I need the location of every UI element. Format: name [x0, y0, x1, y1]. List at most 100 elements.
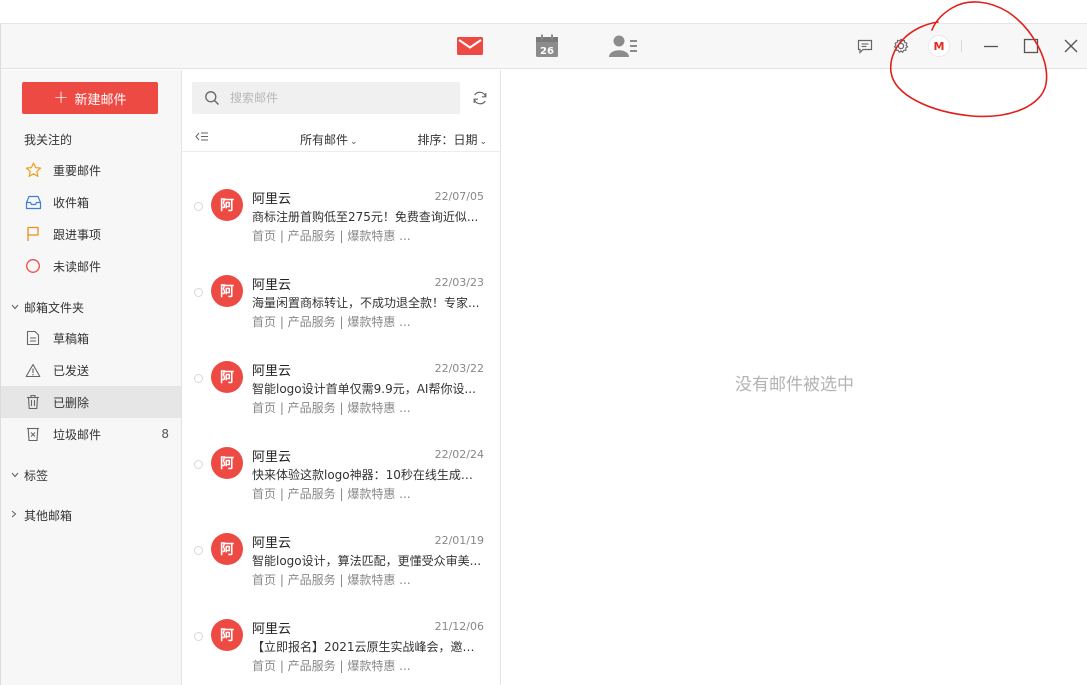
mail-date: 22/07/05	[434, 190, 484, 203]
mail-subject: 快来体验这款logo神器：10秒在线生成，...	[252, 468, 484, 482]
mail-list-item[interactable]: 阿 阿里云 22/03/23 海量闲置商标转让，不成功退全款！专家... 首页 …	[182, 257, 500, 343]
sidebar-item-label: 草稿箱	[53, 331, 90, 346]
other-mailboxes-title: 其他邮箱	[24, 509, 73, 523]
refresh-icon[interactable]	[470, 88, 490, 108]
mail-date: 21/12/06	[434, 620, 484, 633]
sent-icon	[24, 362, 42, 378]
mail-sender: 阿里云	[252, 622, 292, 637]
sidebar-item-drafts[interactable]: 草稿箱	[1, 322, 181, 354]
chevron-down-icon: ⌄	[350, 137, 358, 147]
collapse-sidebar-icon[interactable]	[195, 131, 209, 146]
mail-list-item[interactable]: 阿 阿里云 22/07/05 商标注册首购低至275元！免费查询近似... 首页…	[182, 171, 500, 257]
sidebar-item-label: 跟进事项	[53, 227, 102, 242]
mail-nav-icon[interactable]	[456, 32, 484, 60]
circle-icon	[24, 258, 42, 274]
folders-group-toggle[interactable]: 邮箱文件夹	[11, 299, 84, 316]
gear-icon[interactable]	[889, 34, 913, 58]
mail-snippet: 首页 | 产品服务 | 爆款特惠 ...	[252, 659, 411, 673]
sidebar: + 新建邮件 我关注的 重要邮件 收件箱 跟进事项 未读邮件 邮箱文件夹 草稿箱…	[1, 70, 182, 685]
sidebar-item-label: 已删除	[53, 395, 90, 410]
unread-dot-icon[interactable]	[194, 374, 203, 383]
reading-pane: 没有邮件被选中	[502, 70, 1087, 685]
chevron-down-icon	[11, 470, 24, 481]
sidebar-item-label: 已发送	[53, 363, 90, 378]
mail-list-item[interactable]: 阿 阿里云 22/02/24 快来体验这款logo神器：10秒在线生成，... …	[182, 429, 500, 515]
mail-date: 22/03/22	[434, 362, 484, 375]
sort-label: 排序：日期	[417, 133, 478, 147]
contacts-nav-icon[interactable]	[608, 32, 640, 60]
sort-dropdown[interactable]: 排序：日期 ⌄	[417, 131, 487, 148]
mail-subject: 商标注册首购低至275元！免费查询近似...	[252, 210, 479, 224]
mail-snippet: 首页 | 产品服务 | 爆款特惠 ...	[252, 401, 411, 415]
unread-dot-icon[interactable]	[194, 460, 203, 469]
search-input[interactable]	[230, 91, 450, 105]
junk-icon	[24, 426, 42, 442]
mail-sender: 阿里云	[252, 192, 292, 207]
mail-subject: 海量闲置商标转让，不成功退全款！专家...	[252, 296, 480, 310]
compose-button[interactable]: + 新建邮件	[22, 82, 158, 114]
account-avatar-letter: M	[933, 39, 945, 53]
sidebar-item-unread[interactable]: 未读邮件	[1, 250, 181, 282]
mail-list-pane: 所有邮件⌄ 排序：日期⌄ 阿 阿里云 22/07/05 商标注册首购低至275元…	[182, 70, 501, 685]
sender-avatar: 阿	[211, 275, 243, 307]
mail-subject: 【立即报名】2021云原生实战峰会，邀您...	[252, 640, 484, 654]
flag-icon	[24, 226, 42, 242]
feedback-icon[interactable]	[853, 34, 877, 58]
favorites-title: 我关注的	[24, 133, 73, 147]
junk-count-badge: 8	[161, 427, 169, 441]
unread-dot-icon[interactable]	[194, 632, 203, 641]
sidebar-item-label: 未读邮件	[53, 259, 102, 274]
calendar-nav-icon[interactable]: 26	[534, 32, 560, 60]
account-avatar[interactable]: M	[927, 34, 951, 58]
close-button[interactable]	[1059, 34, 1083, 58]
sidebar-item-label: 垃圾邮件	[53, 427, 102, 442]
chevron-down-icon: ⌄	[479, 137, 487, 147]
mail-snippet: 首页 | 产品服务 | 爆款特惠 ...	[252, 229, 411, 243]
mail-sender: 阿里云	[252, 536, 292, 551]
sidebar-item-deleted[interactable]: 已删除	[1, 386, 181, 418]
chevron-right-icon	[11, 510, 24, 521]
other-mailboxes-toggle[interactable]: 其他邮箱	[11, 507, 72, 524]
mail-snippet: 首页 | 产品服务 | 爆款特惠 ...	[252, 315, 411, 329]
sidebar-item-followup[interactable]: 跟进事项	[1, 218, 181, 250]
mail-date: 22/01/19	[434, 534, 484, 547]
trash-icon	[24, 394, 42, 410]
chevron-down-icon	[11, 302, 24, 313]
mail-list-item[interactable]: 阿 阿里云 21/12/06 【立即报名】2021云原生实战峰会，邀您... 首…	[182, 601, 500, 685]
no-mail-selected-message: 没有邮件被选中	[735, 375, 854, 395]
search-box[interactable]	[192, 82, 460, 114]
plus-icon: +	[53, 87, 69, 108]
calendar-day-number: 26	[540, 46, 554, 57]
sidebar-item-inbox[interactable]: 收件箱	[1, 186, 181, 218]
minimize-button[interactable]	[979, 34, 1003, 58]
tags-group-toggle[interactable]: 标签	[11, 467, 48, 484]
sidebar-item-important[interactable]: 重要邮件	[1, 154, 181, 186]
mail-date: 22/03/23	[434, 276, 484, 289]
filter-dropdown[interactable]: 所有邮件 ⌄	[300, 131, 358, 148]
unread-dot-icon[interactable]	[194, 288, 203, 297]
search-icon	[204, 90, 220, 106]
filter-label: 所有邮件	[300, 133, 349, 147]
tags-title: 标签	[24, 469, 49, 483]
unread-dot-icon[interactable]	[194, 546, 203, 555]
unread-dot-icon[interactable]	[194, 202, 203, 211]
star-icon	[24, 162, 42, 178]
sidebar-item-label: 重要邮件	[53, 163, 102, 178]
mail-app-window: 26 M + 新建邮件 我关注的 重要邮件 收件箱 跟进事项 未读邮件 邮箱文件…	[0, 23, 1087, 685]
draft-icon	[24, 330, 42, 346]
sender-avatar: 阿	[211, 361, 243, 393]
mail-list-item[interactable]: 阿 阿里云 22/03/22 智能logo设计首单仅需9.9元，AI帮你设...…	[182, 343, 500, 429]
sidebar-item-junk[interactable]: 垃圾邮件 8	[1, 418, 181, 450]
mail-list-item[interactable]: 阿 阿里云 22/01/19 智能logo设计，算法匹配，更懂受众审美... 首…	[182, 515, 500, 601]
maximize-button[interactable]	[1019, 34, 1043, 58]
filter-bar: 所有邮件 ⌄ 排序：日期 ⌄	[182, 124, 501, 152]
sidebar-item-sent[interactable]: 已发送	[1, 354, 181, 386]
sender-avatar: 阿	[211, 619, 243, 651]
sender-avatar: 阿	[211, 447, 243, 479]
mail-sender: 阿里云	[252, 450, 292, 465]
mail-snippet: 首页 | 产品服务 | 爆款特惠 ...	[252, 573, 411, 587]
title-bar-divider	[961, 40, 962, 52]
mail-subject: 智能logo设计，算法匹配，更懂受众审美...	[252, 554, 482, 568]
mail-snippet: 首页 | 产品服务 | 爆款特惠 ...	[252, 487, 411, 501]
sender-avatar: 阿	[211, 189, 243, 221]
